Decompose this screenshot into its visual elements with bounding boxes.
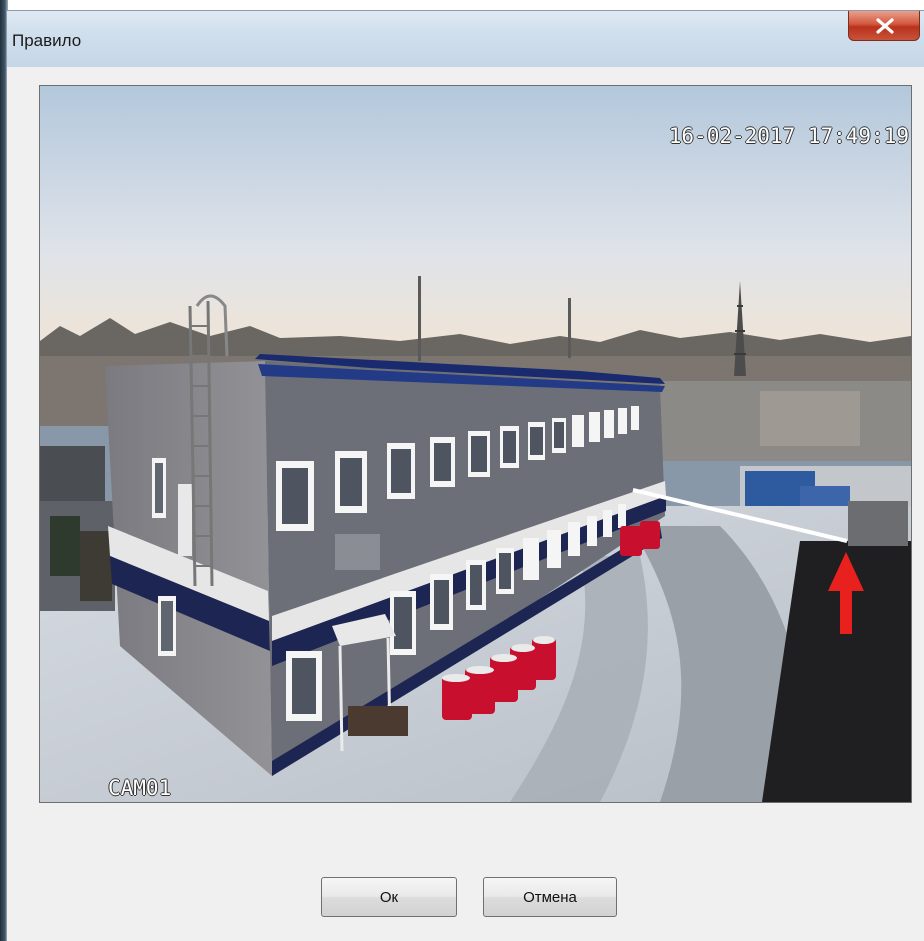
- rule-dialog: Правило 16-02-2017 17:49:19 CAM01 Ок Отм…: [6, 10, 924, 941]
- camera-name-label: CAM01: [108, 776, 172, 800]
- dialog-title: Правило: [12, 31, 82, 50]
- ok-button[interactable]: Ок: [321, 877, 457, 917]
- dialog-body: 16-02-2017 17:49:19 CAM01 Ок Отмена: [7, 67, 924, 941]
- camera-preview[interactable]: 16-02-2017 17:49:19 CAM01: [39, 85, 912, 803]
- camera-timestamp: 16-02-2017 17:49:19: [668, 124, 909, 148]
- close-button[interactable]: [848, 11, 920, 41]
- close-x-icon: [876, 18, 894, 34]
- cancel-button[interactable]: Отмена: [483, 877, 617, 917]
- title-bar[interactable]: Правило: [7, 11, 924, 67]
- camera-frame-image: [40, 86, 911, 802]
